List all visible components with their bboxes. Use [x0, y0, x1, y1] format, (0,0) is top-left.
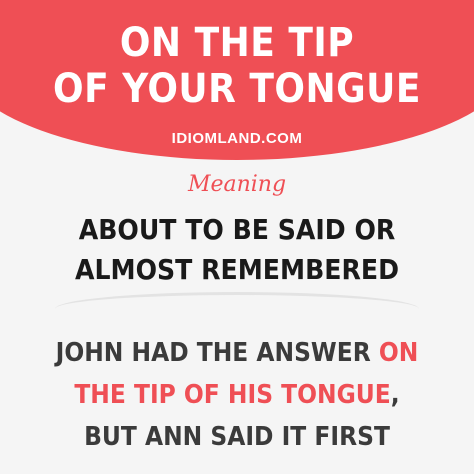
example-line1-text: John had the answer [55, 338, 379, 368]
meaning-line1: About to be said or [78, 213, 396, 246]
idiom-title-line1: On the tip [119, 20, 355, 66]
meaning-label: Meaning [187, 172, 287, 197]
idiom-title: On the tip of your tongue [0, 20, 474, 112]
meaning-text: About to be said or almost remembered [0, 210, 474, 290]
divider [55, 292, 419, 309]
example-highlight-1: on [378, 338, 419, 368]
example-line3-text: but Ann said it first [84, 422, 390, 452]
example-line2-comma: , [390, 380, 400, 410]
example-sentence: John had the answer on the tip of his to… [0, 332, 474, 458]
site-name: idiomland.com [171, 130, 303, 147]
meaning-line2: almost remembered [74, 253, 400, 286]
idiom-card: On the tip of your tongue idiomland.com … [0, 0, 474, 474]
example-highlight-2: the tip of his tongue [74, 380, 391, 410]
header-content: On the tip of your tongue idiomland.com [0, 0, 474, 160]
idiom-title-line2: of your tongue [53, 66, 421, 112]
